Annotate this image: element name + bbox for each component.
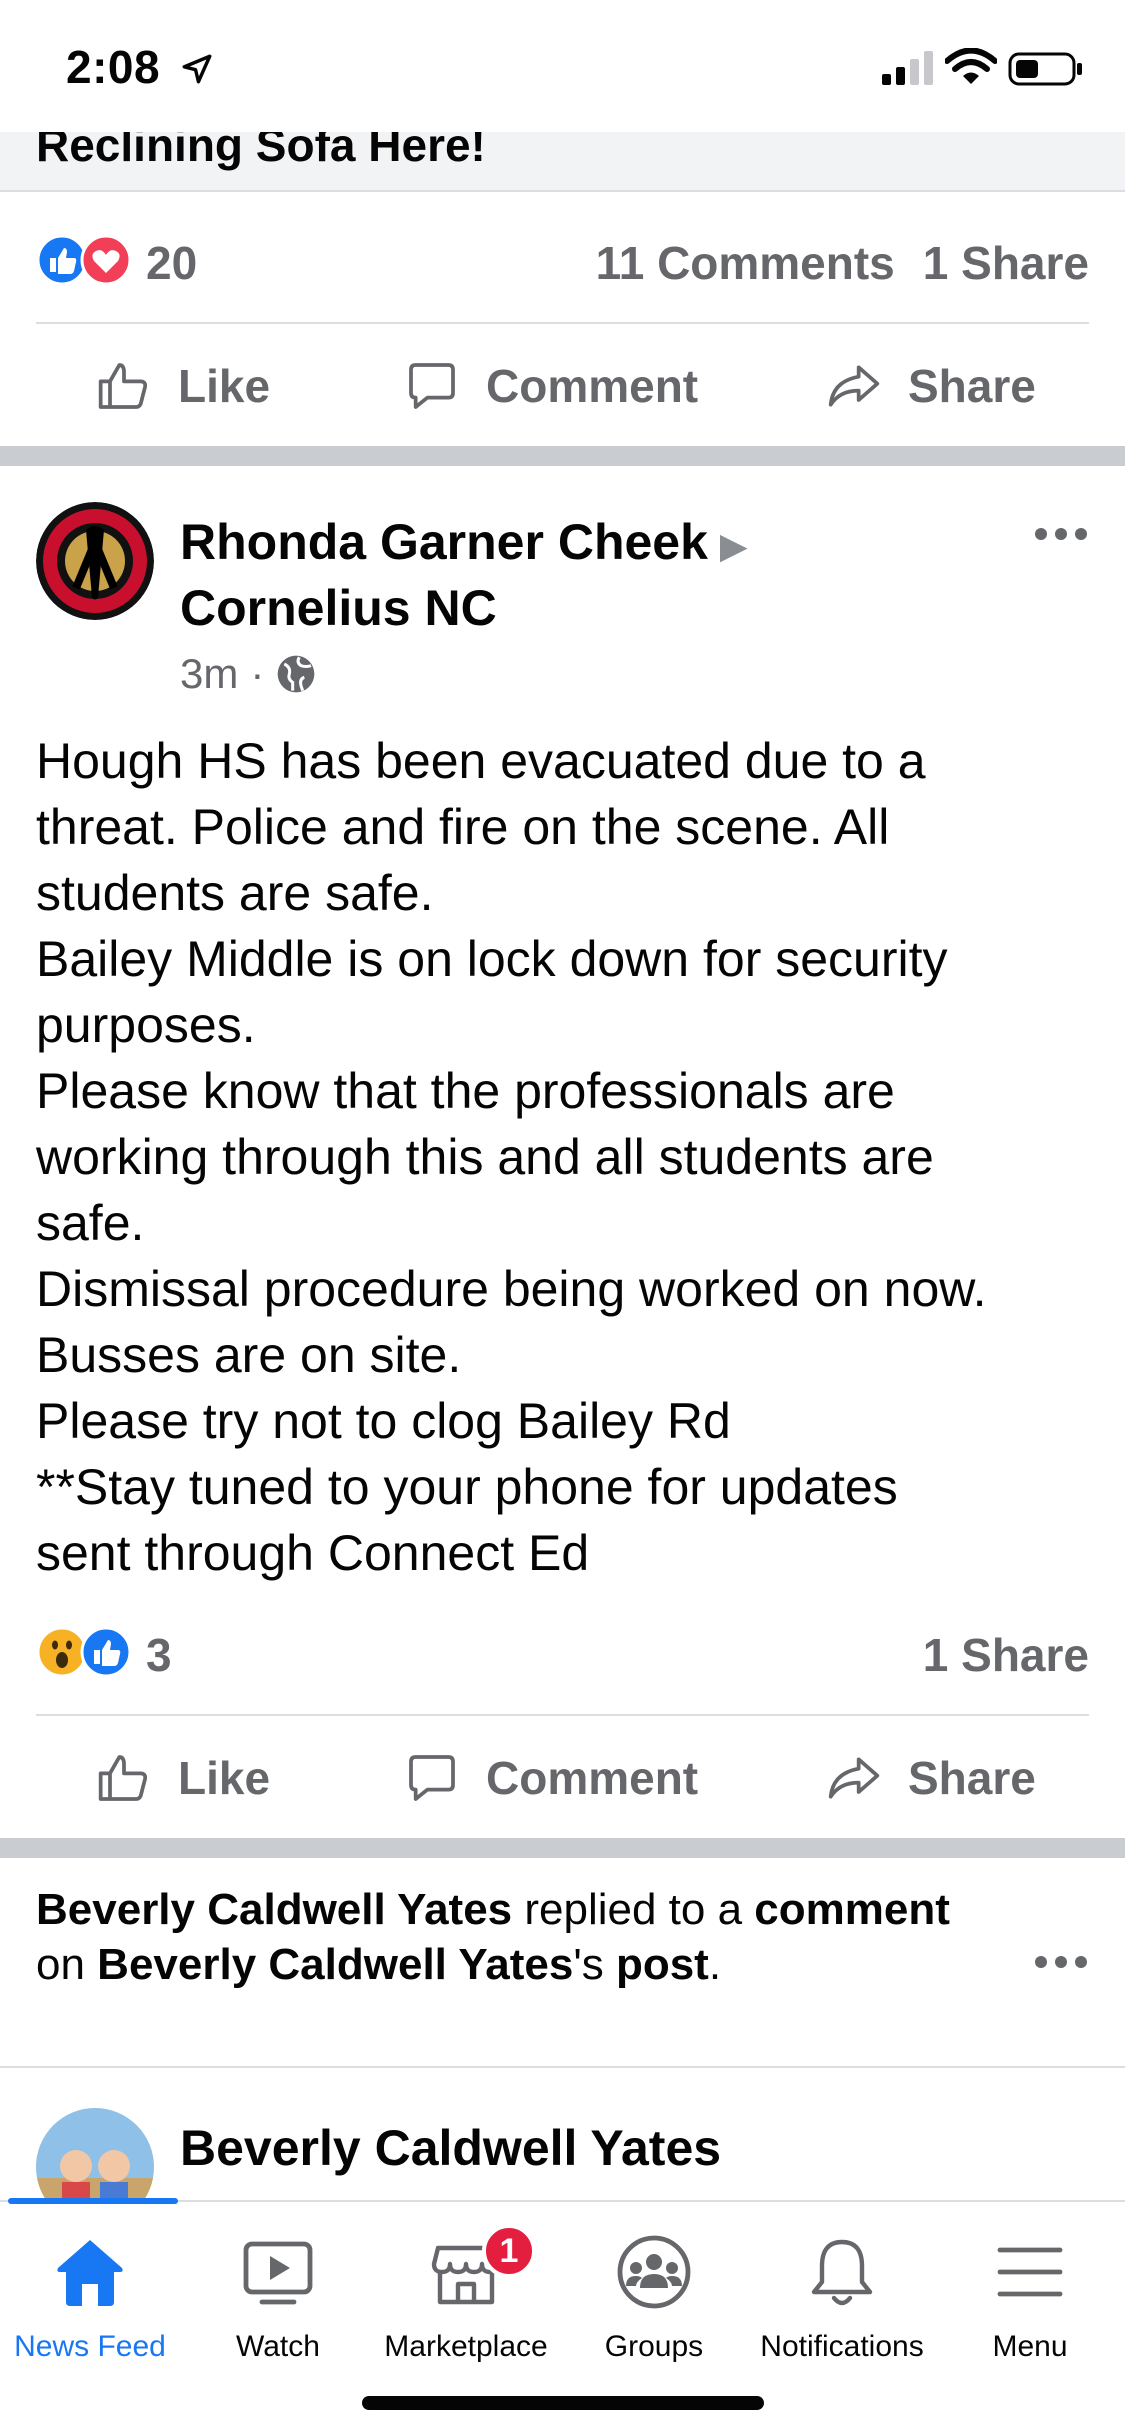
reaction-icons[interactable] bbox=[36, 1626, 146, 1678]
share-button[interactable]: Share bbox=[826, 354, 1036, 418]
public-globe-icon bbox=[278, 655, 315, 693]
comment-bubble-icon bbox=[409, 363, 455, 409]
comment-button[interactable]: Comment bbox=[404, 1746, 698, 1810]
notice-owner[interactable]: Beverly Caldwell Yates bbox=[97, 1940, 573, 1989]
activity-notice[interactable]: Beverly Caldwell Yates replied to a comm… bbox=[36, 1882, 996, 1992]
like-label: Like bbox=[178, 360, 271, 412]
cellular-signal-icon bbox=[882, 51, 933, 85]
status-time: 2:08 bbox=[66, 41, 161, 93]
status-bar: 2:08 bbox=[0, 0, 1125, 132]
wow-reaction-icon bbox=[36, 1626, 88, 1678]
previous-post-link-preview[interactable]: Reclining Sofa Here! bbox=[0, 132, 1125, 192]
notice-suffix: 's bbox=[573, 1940, 604, 1989]
previous-post-reactions-row: 20 11 Comments 1 Share bbox=[0, 194, 1125, 324]
post-body-text: Hough HS has been evacuated due to a thr… bbox=[36, 733, 987, 1581]
engagement-counts: 11 Comments 1 Share bbox=[596, 236, 1089, 290]
like-label: Like bbox=[178, 1752, 271, 1804]
post-options-icon[interactable] bbox=[1033, 524, 1089, 544]
watch-icon bbox=[243, 2241, 313, 2305]
shared-to-arrow-icon: ▶ bbox=[719, 524, 748, 566]
notice-period: . bbox=[708, 1940, 722, 1989]
share-label: Share bbox=[908, 360, 1036, 412]
author-avatar[interactable] bbox=[36, 502, 154, 620]
thumbs-up-icon bbox=[98, 1755, 148, 1801]
meta-separator: · bbox=[250, 650, 265, 697]
love-reaction-icon bbox=[80, 234, 132, 286]
share-label: Share bbox=[908, 1752, 1036, 1804]
notice-options-icon[interactable] bbox=[1033, 1952, 1089, 1972]
battery-icon bbox=[1008, 52, 1082, 86]
shares-count[interactable]: 1 Share bbox=[923, 237, 1089, 289]
feed-separator bbox=[0, 446, 1125, 466]
reaction-count[interactable]: 20 bbox=[146, 236, 197, 290]
reaction-count[interactable]: 3 bbox=[146, 1628, 172, 1682]
tab-label: Menu bbox=[992, 2330, 1068, 2363]
comment-label: Comment bbox=[486, 360, 699, 412]
feed-separator bbox=[0, 1838, 1125, 1858]
divider bbox=[0, 2066, 1125, 2068]
tab-news-feed[interactable]: News Feed bbox=[0, 2232, 184, 2364]
author-name[interactable]: Rhonda Garner Cheek bbox=[180, 514, 708, 570]
tab-watch[interactable]: Watch bbox=[184, 2232, 372, 2364]
tab-label: Marketplace bbox=[384, 2330, 548, 2363]
comment-bubble-icon bbox=[409, 1755, 455, 1801]
notice-verb: replied to a bbox=[512, 1885, 755, 1934]
location-arrow-icon bbox=[182, 54, 212, 84]
previous-post-action-bar: Like Comment Share bbox=[0, 326, 1125, 446]
notice-actor[interactable]: Beverly Caldwell Yates bbox=[36, 1885, 512, 1934]
home-icon bbox=[57, 2240, 123, 2306]
notice-object[interactable]: comment bbox=[754, 1885, 950, 1934]
tab-label: Watch bbox=[236, 2330, 320, 2363]
divider bbox=[36, 1714, 1089, 1716]
shares-count[interactable]: 1 Share bbox=[923, 1629, 1089, 1681]
post-reactions-row: 3 1 Share bbox=[0, 1586, 1125, 1716]
post-action-bar: Like Comment Share bbox=[0, 1718, 1125, 1838]
groups-icon bbox=[617, 2235, 691, 2309]
like-button[interactable]: Like bbox=[96, 1746, 270, 1810]
tab-groups[interactable]: Groups bbox=[560, 2232, 748, 2364]
post-author-line: Rhonda Garner Cheek ▶ bbox=[180, 510, 748, 578]
share-arrow-icon bbox=[828, 1757, 880, 1799]
notification-badge: 1 bbox=[482, 2224, 536, 2278]
like-button[interactable]: Like bbox=[96, 354, 270, 418]
tab-label: Groups bbox=[604, 2330, 704, 2363]
comments-count[interactable]: 11 Comments bbox=[596, 237, 895, 289]
home-indicator[interactable] bbox=[362, 2396, 764, 2410]
like-reaction-icon bbox=[80, 1626, 132, 1678]
share-button[interactable]: Share bbox=[826, 1746, 1036, 1810]
previous-post-link-title: Reclining Sofa Here! bbox=[36, 132, 486, 171]
tab-marketplace[interactable]: 1 Marketplace bbox=[372, 2224, 560, 2364]
menu-icon bbox=[997, 2247, 1063, 2297]
thumbs-up-icon bbox=[98, 363, 148, 409]
post-meta: 3m · bbox=[180, 650, 316, 698]
reaction-icons[interactable] bbox=[36, 234, 146, 286]
notice-prep: on bbox=[36, 1940, 98, 1989]
share-arrow-icon bbox=[828, 365, 880, 407]
notice-post-link[interactable]: post bbox=[616, 1940, 709, 1989]
bell-icon bbox=[811, 2239, 873, 2306]
divider bbox=[36, 322, 1089, 324]
active-tab-indicator bbox=[8, 2198, 178, 2204]
tab-label: Notifications bbox=[760, 2330, 924, 2363]
group-name[interactable]: Cornelius NC bbox=[180, 576, 497, 640]
next-post-author[interactable]: Beverly Caldwell Yates bbox=[180, 2116, 721, 2180]
post-time[interactable]: 3m bbox=[180, 650, 238, 698]
engagement-counts: 1 Share bbox=[923, 1628, 1089, 1682]
tab-menu[interactable]: Menu bbox=[936, 2232, 1124, 2364]
comment-button[interactable]: Comment bbox=[404, 354, 698, 418]
tab-notifications[interactable]: Notifications bbox=[748, 2232, 936, 2364]
comment-label: Comment bbox=[486, 1752, 699, 1804]
tab-label: News Feed bbox=[14, 2330, 166, 2363]
wifi-icon bbox=[945, 48, 997, 84]
like-reaction-icon bbox=[36, 234, 88, 286]
